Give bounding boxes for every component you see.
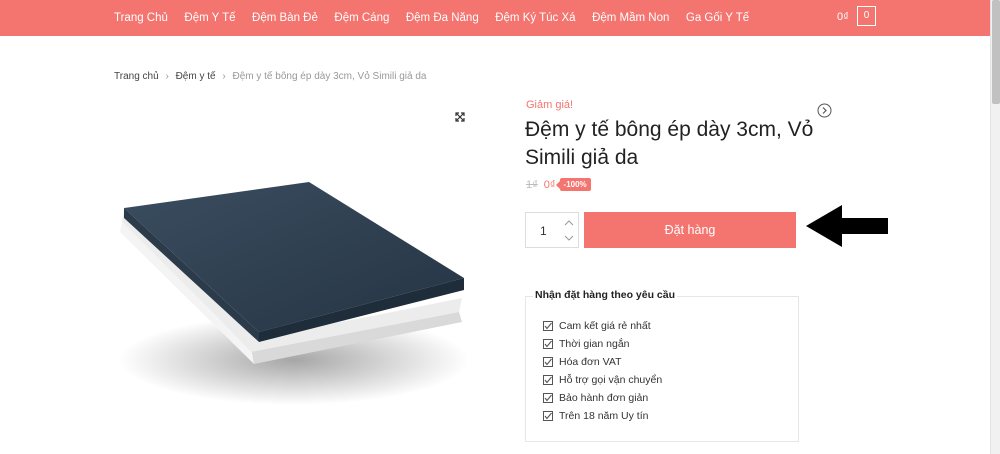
list-item-label: Bảo hành đơn giản	[559, 392, 649, 404]
order-box-title: Nhận đặt hàng theo yêu cầu	[533, 289, 678, 301]
benefit-list: Cam kết giá rẻ nhất Thời gian ngắn Hóa đ…	[543, 317, 662, 425]
list-item: Trên 18 năm Uy tín	[543, 407, 662, 425]
checkbox-checked-icon	[543, 375, 553, 385]
discount-badge: -100%	[555, 178, 591, 191]
main-menu: Trang Chủ Đệm Y Tế Đệm Bàn Đẻ Đệm Cáng Đ…	[114, 0, 766, 36]
chevron-up-icon[interactable]	[562, 215, 576, 231]
nav-item-ga-goi-y-te[interactable]: Ga Gối Y Tế	[686, 12, 749, 24]
breadcrumb-category[interactable]: Đệm y tế	[176, 71, 216, 82]
product-title: Đệm y tế bông ép dày 3cm, Vỏ Simili giả …	[525, 118, 814, 169]
cart-count-badge[interactable]: 0	[857, 6, 876, 26]
checkbox-checked-icon	[543, 357, 553, 367]
top-nav-bar: Trang Chủ Đệm Y Tế Đệm Bàn Đẻ Đệm Cáng Đ…	[0, 0, 990, 36]
cart-total[interactable]: 0₫	[837, 11, 849, 23]
list-item-label: Cam kết giá rẻ nhất	[559, 320, 651, 332]
regular-price: 1₫	[526, 178, 538, 191]
breadcrumb-separator: ›	[165, 71, 169, 82]
list-item-label: Thời gian ngắn	[559, 338, 630, 350]
nav-item-dem-ban-de[interactable]: Đệm Bàn Đẻ	[252, 12, 318, 24]
list-item-label: Hóa đơn VAT	[559, 356, 622, 368]
nav-item-dem-cang[interactable]: Đệm Cáng	[334, 12, 389, 24]
nav-item-dem-mam-non[interactable]: Đệm Mầm Non	[592, 12, 669, 24]
breadcrumb: Trang chủ › Đệm y tế › Đệm y tế bông ép …	[114, 71, 426, 82]
nav-item-dem-ky-tuc-xa[interactable]: Đệm Ký Túc Xá	[495, 12, 575, 24]
list-item: Hóa đơn VAT	[543, 353, 662, 371]
chevron-down-icon[interactable]	[562, 231, 576, 247]
sale-label: Giảm giá!	[526, 99, 574, 111]
nav-item-dem-y-te[interactable]: Đệm Y Tế	[184, 12, 235, 24]
sale-price: 0₫	[543, 178, 556, 191]
checkbox-checked-icon	[543, 321, 553, 331]
list-item: Bảo hành đơn giản	[543, 389, 662, 407]
product-image-mattress	[119, 182, 469, 405]
arrow-left-icon	[806, 205, 888, 247]
page-scrollbar[interactable]	[990, 0, 1000, 454]
checkbox-checked-icon	[543, 393, 553, 403]
price-row: 1₫ 0₫ -100%	[526, 178, 591, 191]
nav-item-dem-da-nang[interactable]: Đệm Đa Năng	[406, 12, 479, 24]
quantity-stepper[interactable]: 1	[525, 212, 579, 248]
breadcrumb-home[interactable]: Trang chủ	[114, 71, 159, 82]
breadcrumb-current: Đệm y tế bông ép dày 3cm, Vỏ Simili giả …	[232, 71, 427, 82]
checkbox-checked-icon	[543, 339, 553, 349]
list-item: Cam kết giá rẻ nhất	[543, 317, 662, 335]
quantity-input[interactable]: 1	[540, 224, 547, 238]
checkbox-checked-icon	[543, 411, 553, 421]
breadcrumb-separator: ›	[222, 71, 226, 82]
list-item: Hỗ trợ gọi vận chuyển	[543, 371, 662, 389]
list-item: Thời gian ngắn	[543, 335, 662, 353]
nav-item-trang-chu[interactable]: Trang Chủ	[114, 12, 168, 24]
list-item-label: Trên 18 năm Uy tín	[559, 410, 649, 422]
expand-icon[interactable]	[454, 111, 466, 123]
list-item-label: Hỗ trợ gọi vận chuyển	[559, 374, 663, 386]
order-button[interactable]: Đặt hàng	[584, 212, 796, 248]
scrollbar-thumb[interactable]	[992, 0, 1000, 104]
